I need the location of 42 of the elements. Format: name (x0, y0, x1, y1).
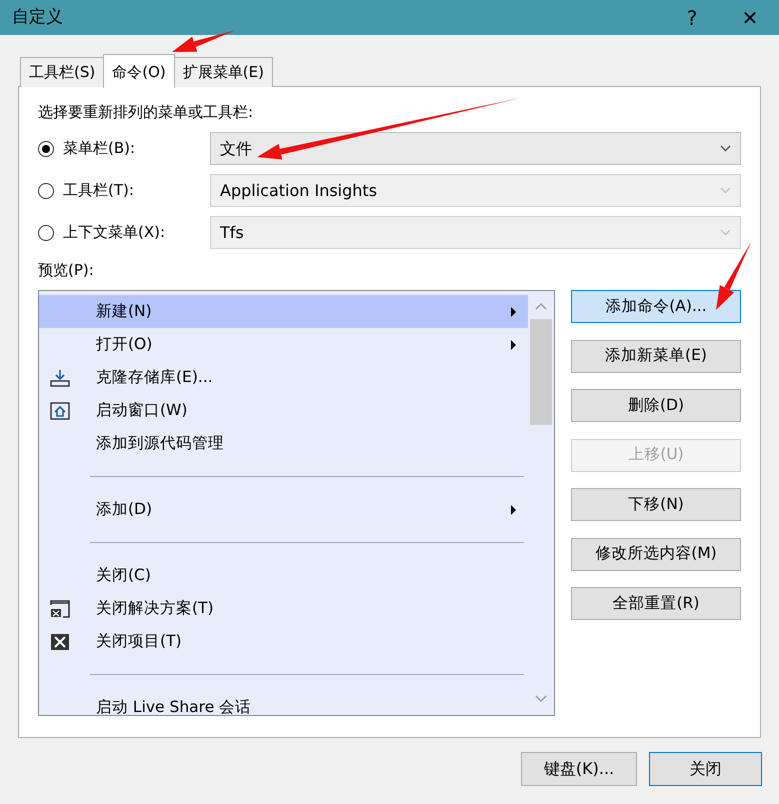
dropdown[interactable]: 文件 (210, 132, 741, 165)
home-window-icon (50, 402, 70, 420)
tab[interactable]: 扩展菜单(E) (174, 57, 273, 87)
scroll-down-icon[interactable] (535, 695, 547, 703)
chevron-down-icon (720, 145, 731, 152)
menu-item[interactable]: 添加(D) (39, 493, 528, 526)
menu-item[interactable]: 新建(N) (39, 295, 528, 328)
chevron-down-icon (720, 229, 731, 236)
close-button[interactable]: ✕ (727, 0, 773, 35)
window-title: 自定义 (12, 6, 63, 29)
close-box-icon (51, 634, 69, 650)
tab[interactable]: 命令(O) (103, 54, 175, 88)
window-close-icon (50, 600, 70, 618)
preview-label: 预览(P): (38, 260, 94, 280)
footer-button[interactable]: 键盘(K)... (521, 752, 637, 786)
help-button[interactable]: ? (669, 0, 715, 35)
menu-item[interactable]: 关闭项目(T) (39, 625, 528, 658)
side-button[interactable]: 添加新菜单(E) (571, 340, 741, 372)
menu-item[interactable]: 启动 Live Share 会话 (39, 691, 528, 715)
annotation-arrow (170, 28, 238, 54)
side-button[interactable]: 添加命令(A)... (571, 290, 741, 323)
scroll-up-icon[interactable] (535, 302, 547, 310)
radio-label: 菜单栏(B): (63, 138, 136, 160)
side-button[interactable]: 修改所选内容(M) (571, 538, 741, 570)
tab[interactable]: 工具栏(S) (20, 57, 104, 87)
radio-label: 上下文菜单(X): (63, 222, 166, 244)
download-icon (50, 368, 70, 386)
menu-item[interactable]: 启动窗口(W) (39, 394, 528, 427)
prompt-label: 选择要重新排列的菜单或工具栏: (38, 102, 254, 123)
chevron-down-icon (720, 187, 731, 194)
radio-button[interactable] (38, 140, 54, 156)
side-button[interactable]: 删除(D) (571, 389, 741, 422)
radio-label: 工具栏(T): (63, 180, 135, 202)
menu-item[interactable]: 克隆存储库(E)... (39, 361, 528, 394)
menu-item[interactable]: 打开(O) (39, 328, 528, 361)
side-button[interactable]: 全部重置(R) (571, 587, 741, 620)
scroll-thumb[interactable] (530, 319, 552, 425)
menu-item[interactable]: 添加到源代码管理 (39, 427, 528, 460)
side-button[interactable]: 下移(N) (571, 488, 741, 521)
menu-item[interactable]: 关闭解决方案(T) (39, 592, 528, 625)
footer-button[interactable]: 关闭 (649, 752, 762, 786)
menu-item[interactable]: 关闭(C) (39, 559, 528, 592)
